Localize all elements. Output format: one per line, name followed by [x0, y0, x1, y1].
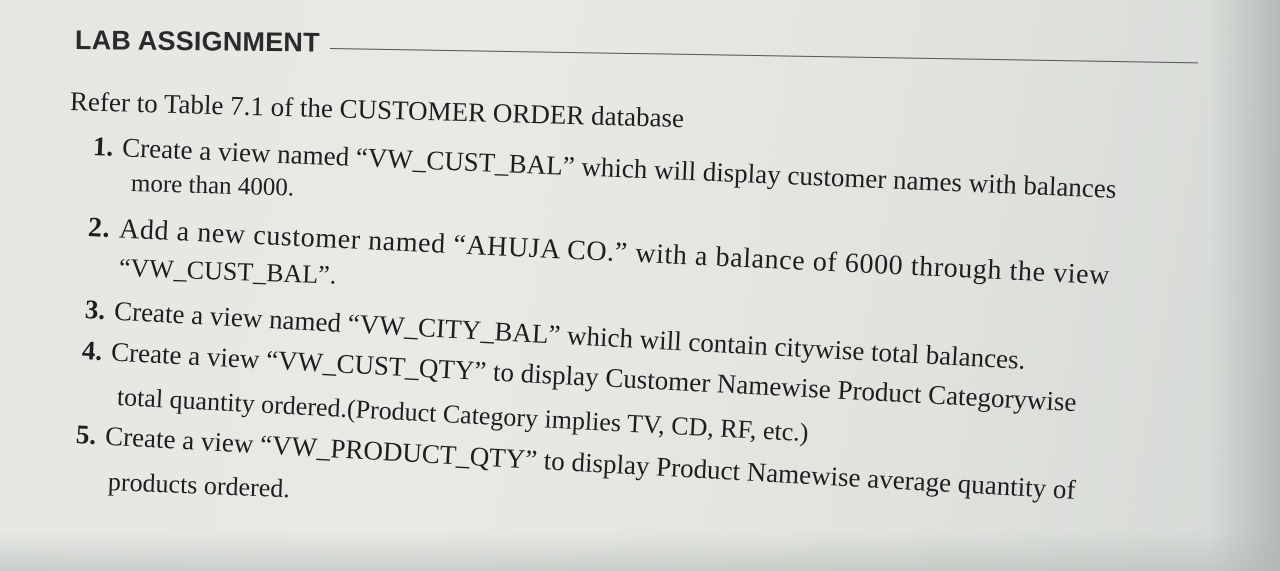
assignment-item-1-continued: more than 4000. — [130, 170, 295, 202]
textbook-page: LAB ASSIGNMENT Refer to Table 7.1 of the… — [0, 0, 1280, 571]
assignment-item-2-continued: “VW_CUST_BAL”. — [118, 253, 337, 290]
item-number: 1. — [92, 131, 114, 162]
section-heading: LAB ASSIGNMENT — [74, 25, 320, 58]
page-edge-shadow — [1210, 0, 1280, 571]
intro-text: Refer to Table 7.1 of the CUSTOMER ORDER… — [69, 86, 685, 134]
item-number: 3. — [84, 294, 107, 326]
item-number: 4. — [81, 335, 104, 367]
item-number: 5. — [75, 419, 98, 451]
page-bottom-shadow — [0, 531, 1280, 571]
item-number: 2. — [87, 212, 111, 245]
heading-underline — [329, 48, 1198, 64]
assignment-item-5-continued: products ordered. — [107, 467, 291, 504]
